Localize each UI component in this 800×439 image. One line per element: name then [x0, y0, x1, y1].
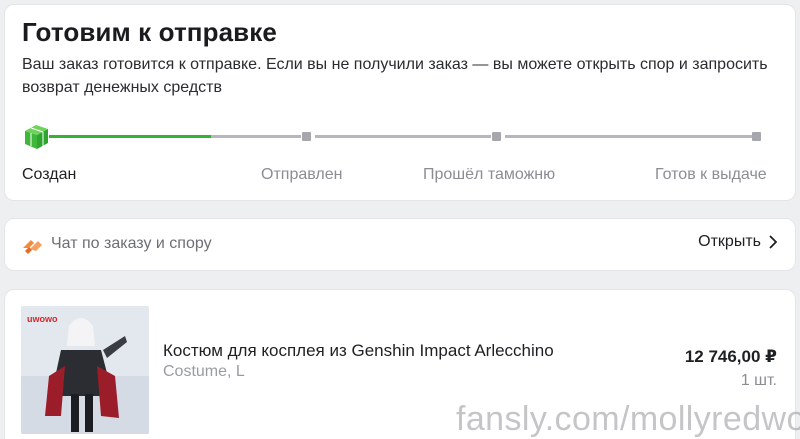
status-title: Готовим к отправке: [22, 17, 277, 47]
product-quantity: 1 шт.: [740, 372, 777, 389]
product-name[interactable]: Костюм для косплея из Genshin Impact Arl…: [163, 341, 554, 361]
open-chat-label: Открыть: [698, 233, 761, 250]
chevron-right-icon: [769, 235, 777, 249]
product-price: 12 746,00 ₽: [684, 347, 777, 366]
open-chat-button[interactable]: Открыть: [698, 233, 777, 251]
chat-label: Чат по заказу и спору: [51, 235, 212, 252]
product-thumbnail[interactable]: uwowo: [21, 306, 149, 434]
brand-logo: uwowo: [27, 314, 58, 324]
step-marker-sent: [302, 132, 311, 141]
order-progress-bar: [5, 121, 797, 151]
step-created: Создан: [22, 166, 77, 183]
watermark: fansly.com/mollyredwolf: [456, 400, 800, 438]
progress-track: [315, 135, 491, 138]
progress-track: [211, 135, 301, 138]
order-chat-row[interactable]: Чат по заказу и спору Открыть: [4, 218, 796, 271]
product-image: uwowo: [21, 306, 149, 434]
step-sent: Отправлен: [261, 166, 343, 183]
step-ready: Готов к выдаче: [655, 166, 767, 183]
order-status-card: Готовим к отправке Ваш заказ готовится к…: [4, 4, 796, 201]
progress-filled: [49, 135, 211, 138]
order-chat-icon: [23, 240, 42, 254]
product-variant: Costume, L: [163, 363, 245, 380]
step-marker-customs: [492, 132, 501, 141]
status-description: Ваш заказ готовится к отправке. Если вы …: [22, 56, 768, 96]
step-customs: Прошёл таможню: [423, 166, 556, 183]
progress-track: [505, 135, 752, 138]
step-marker-ready: [752, 132, 761, 141]
